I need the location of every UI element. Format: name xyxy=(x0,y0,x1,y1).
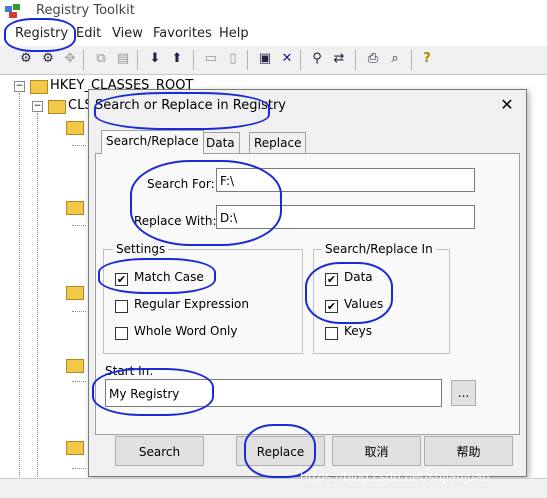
replace-icon[interactable]: ⇄ xyxy=(330,50,348,68)
tree-connector xyxy=(37,113,38,497)
disconnect-icon[interactable]: ⚙ xyxy=(39,50,57,68)
folder-icon xyxy=(48,100,66,114)
search-in-group-title: Search/Replace In xyxy=(322,242,436,256)
data-checkbox[interactable]: ✔ xyxy=(325,273,338,286)
folder-icon xyxy=(66,441,84,455)
toolbar-separator xyxy=(137,50,138,70)
replace-with-input[interactable]: D:\ xyxy=(216,205,475,229)
menu-view[interactable]: View xyxy=(112,26,143,41)
tab-replace[interactable]: Replace xyxy=(249,132,307,153)
tab-search-replace[interactable]: Search/Replace xyxy=(101,130,204,154)
search-replace-dialog: Search or Replace in Registry ✕ Search/R… xyxy=(88,89,527,477)
regular-expression-label: Regular Expression xyxy=(134,297,249,311)
start-in-input[interactable]: My Registry xyxy=(105,379,442,407)
regular-expression-checkbox[interactable] xyxy=(115,300,128,313)
tree-connector xyxy=(72,311,86,312)
connect-icon[interactable]: ⚙ xyxy=(17,50,35,68)
toolbar-separator xyxy=(83,50,84,70)
help-icon[interactable]: ? xyxy=(418,50,436,68)
close-icon[interactable]: ✕ xyxy=(497,95,517,115)
start-in-label: Start In: xyxy=(105,364,154,378)
tree-connector xyxy=(72,225,86,226)
registry-toolkit-icon xyxy=(4,3,22,19)
tree-connector xyxy=(19,93,20,497)
values-label: Values xyxy=(344,297,384,311)
find-icon[interactable]: ⚲ xyxy=(308,50,326,68)
browse-button[interactable]: ... xyxy=(451,380,476,406)
settings-group-title: Settings xyxy=(113,242,169,256)
move-icon[interactable]: ✥ xyxy=(61,50,79,68)
whole-word-only-label: Whole Word Only xyxy=(134,324,238,338)
search-for-input[interactable]: F:\ xyxy=(216,168,475,192)
watermark: https://blog.csdn.net/sujianjuan xyxy=(300,470,490,484)
toolbar-separator xyxy=(411,50,412,70)
menu-registry[interactable]: Registry xyxy=(15,26,68,41)
paste-icon[interactable]: ▤ xyxy=(114,50,132,68)
replace-with-label: Replace With: xyxy=(134,214,217,228)
match-case-label: Match Case xyxy=(134,270,204,284)
new-file-icon[interactable]: ▯ xyxy=(224,50,242,68)
collapse-expander[interactable]: − xyxy=(32,101,43,112)
toolbar-separator xyxy=(247,50,248,70)
tree-connector xyxy=(72,468,86,469)
new-folder-icon[interactable]: ▭ xyxy=(202,50,220,68)
app-title: Registry Toolkit xyxy=(36,3,135,18)
tab-data[interactable]: Data xyxy=(201,132,240,153)
replace-button[interactable]: Replace xyxy=(236,436,325,466)
tree-connector xyxy=(72,381,86,382)
toolbar-separator xyxy=(355,50,356,70)
print-preview-icon[interactable]: ⌕ xyxy=(386,50,404,68)
menu-edit[interactable]: Edit xyxy=(76,26,101,41)
tree-connector xyxy=(72,145,86,146)
help-button[interactable]: 帮助 xyxy=(424,436,513,466)
keys-label: Keys xyxy=(344,324,373,338)
tab-panel: Search For: F:\ Replace With: D:\ Settin… xyxy=(95,153,520,435)
dialog-title: Search or Replace in Registry xyxy=(95,98,286,113)
menu-favorites[interactable]: Favorites xyxy=(153,26,212,41)
cancel-button[interactable]: 取消 xyxy=(332,436,421,466)
folder-icon xyxy=(30,80,48,94)
menu-bar: Registry Edit View Favorites Help xyxy=(0,22,547,44)
folder-icon xyxy=(66,121,84,135)
search-button[interactable]: Search xyxy=(115,436,204,466)
toolbar: ⚙ ⚙ ✥ ⧉ ▤ ⬇ ⬆ ▭ ▯ ▣ ✕ ⚲ ⇄ ⎙ ⌕ ? xyxy=(0,46,547,75)
delete-icon[interactable]: ✕ xyxy=(278,50,296,68)
match-case-checkbox[interactable]: ✔ xyxy=(115,273,128,286)
folder-icon xyxy=(66,286,84,300)
collapse-expander[interactable]: − xyxy=(14,81,25,92)
properties-icon[interactable]: ▣ xyxy=(256,50,274,68)
search-for-label: Search For: xyxy=(147,177,215,191)
toolbar-separator xyxy=(300,50,301,70)
folder-icon xyxy=(66,359,84,373)
copy-icon[interactable]: ⧉ xyxy=(92,50,110,68)
menu-help[interactable]: Help xyxy=(219,26,249,41)
values-checkbox[interactable]: ✔ xyxy=(325,300,338,313)
import-icon[interactable]: ⬇ xyxy=(146,50,164,68)
data-label: Data xyxy=(344,270,373,284)
toolbar-separator xyxy=(193,50,194,70)
whole-word-only-checkbox[interactable] xyxy=(115,327,128,340)
title-bar: Registry Toolkit xyxy=(0,0,547,22)
export-icon[interactable]: ⬆ xyxy=(168,50,186,68)
print-icon[interactable]: ⎙ xyxy=(364,50,382,68)
folder-icon xyxy=(66,201,84,215)
keys-checkbox[interactable] xyxy=(325,327,338,340)
